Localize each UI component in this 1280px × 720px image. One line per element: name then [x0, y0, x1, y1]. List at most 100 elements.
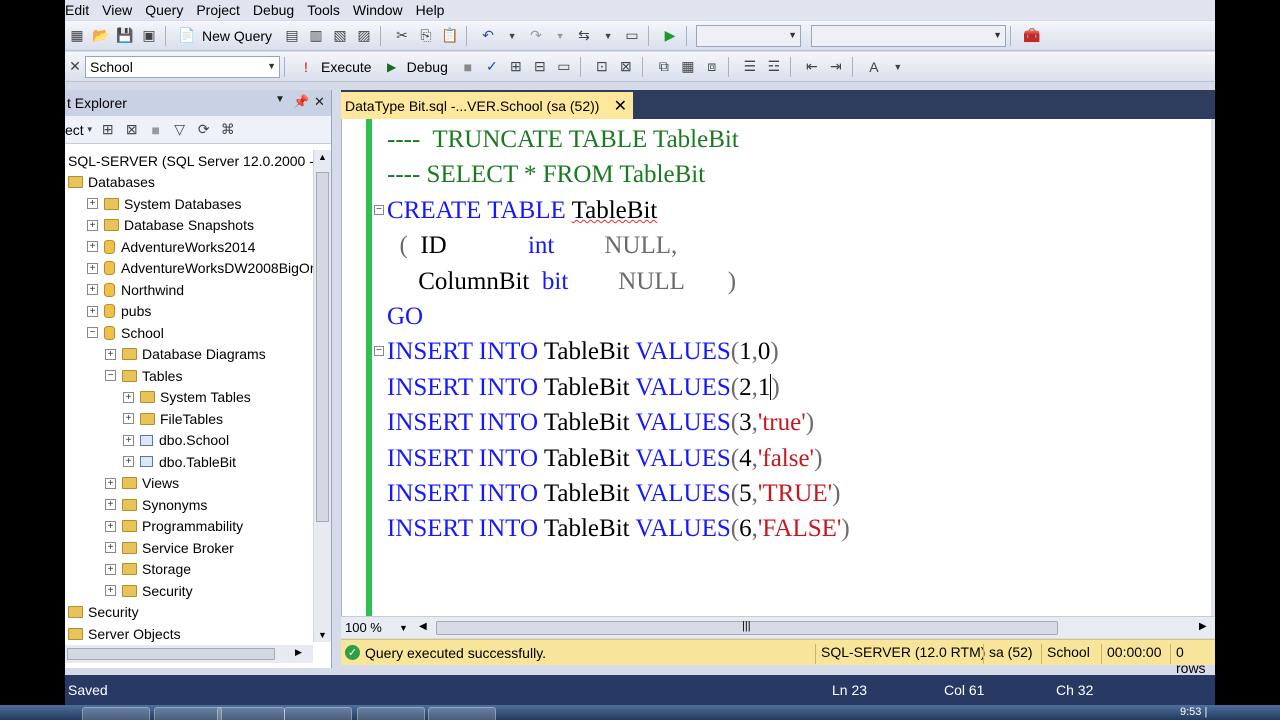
- comment-icon[interactable]: ☰: [739, 56, 761, 78]
- client-stats-icon[interactable]: ⊠: [615, 56, 637, 78]
- scroll-right-icon[interactable]: ▶: [295, 647, 302, 658]
- intellisense-icon[interactable]: ▭: [553, 56, 575, 78]
- filter-icon[interactable]: ▽: [169, 119, 191, 141]
- toolbar-overflow-icon[interactable]: ▼: [887, 56, 909, 78]
- sql-code-editor[interactable]: ---- TRUNCATE TABLE TableBit ---- SELECT…: [341, 119, 1215, 616]
- expand-icon[interactable]: +: [105, 477, 116, 489]
- screenshot-icon[interactable]: ▭: [621, 25, 643, 47]
- connect-dropdown-icon[interactable]: ▼: [85, 119, 95, 141]
- activity-monitor-icon[interactable]: ⌘: [217, 119, 239, 141]
- tree-node[interactable]: + Service Broker: [65, 537, 313, 559]
- start-icon[interactable]: ▶: [659, 25, 681, 47]
- object-explorer-vertical-scrollbar[interactable]: ▲ ▼: [313, 150, 331, 642]
- scrollbar-thumb[interactable]: [316, 172, 329, 522]
- tree-node[interactable]: + Northwind: [65, 279, 313, 301]
- redo-dropdown-icon[interactable]: ▼: [549, 25, 571, 47]
- expand-icon[interactable]: +: [87, 305, 98, 317]
- tree-node[interactable]: Server Objects: [65, 623, 313, 645]
- available-databases-combo[interactable]: School ▼: [85, 55, 280, 78]
- menu-window[interactable]: Window: [353, 2, 412, 18]
- expand-icon[interactable]: +: [123, 434, 134, 446]
- query-type-icon[interactable]: ▤: [281, 25, 303, 47]
- menu-tools[interactable]: Tools: [307, 2, 349, 18]
- tree-node[interactable]: + System Databases: [65, 193, 313, 215]
- taskbar-firefox-button[interactable]: [284, 707, 352, 720]
- specify-values-icon[interactable]: A: [863, 56, 885, 78]
- results-file-icon[interactable]: ⧈: [701, 56, 723, 78]
- results-grid-icon[interactable]: ▦: [677, 56, 699, 78]
- expand-icon[interactable]: +: [87, 219, 98, 231]
- tree-node[interactable]: + Database Snapshots: [65, 215, 313, 237]
- grid-icon[interactable]: ▦: [66, 25, 88, 47]
- tree-node[interactable]: − Tables: [65, 365, 313, 387]
- solution-config-combo[interactable]: ▼: [696, 24, 802, 47]
- scroll-right-icon[interactable]: ▶: [1199, 621, 1207, 632]
- uncomment-icon[interactable]: ☲: [763, 56, 785, 78]
- tree-node[interactable]: + dbo.TableBit: [65, 451, 313, 473]
- collapse-icon[interactable]: −: [374, 346, 384, 357]
- increase-indent-icon[interactable]: ⇥: [825, 56, 847, 78]
- tree-node[interactable]: + FileTables: [65, 408, 313, 430]
- refresh-icon[interactable]: ⟳: [193, 119, 215, 141]
- menu-debug[interactable]: Debug: [253, 2, 303, 18]
- tree-node[interactable]: Security: [65, 602, 313, 624]
- parse-icon[interactable]: ✓: [481, 56, 503, 78]
- decrease-indent-icon[interactable]: ⇤: [801, 56, 823, 78]
- debug-icon[interactable]: ▶: [381, 56, 403, 78]
- open-file-icon[interactable]: 📂: [90, 25, 112, 47]
- tree-node[interactable]: + Programmability: [65, 516, 313, 538]
- tree-node[interactable]: + pubs: [65, 301, 313, 323]
- solution-platform-combo[interactable]: ▼: [811, 24, 1007, 47]
- stop-icon[interactable]: ■: [145, 119, 167, 141]
- expand-icon[interactable]: +: [123, 456, 134, 468]
- scroll-up-icon[interactable]: ▲: [318, 152, 327, 162]
- expand-icon[interactable]: +: [105, 563, 116, 575]
- menu-view[interactable]: View: [102, 2, 141, 18]
- editor-horizontal-scrollbar[interactable]: |||: [436, 620, 1058, 635]
- undo-dropdown-icon[interactable]: ▼: [501, 25, 523, 47]
- save-all-icon[interactable]: ▣: [138, 25, 160, 47]
- paste-icon[interactable]: 📋: [439, 25, 461, 47]
- tree-node[interactable]: + Database Diagrams: [65, 344, 313, 366]
- navigate-dropdown-icon[interactable]: ▼: [597, 25, 619, 47]
- expand-icon[interactable]: +: [87, 198, 98, 210]
- sql-code[interactable]: ---- TRUNCATE TABLE TableBit ---- SELECT…: [374, 122, 850, 547]
- tree-node[interactable]: − School: [65, 322, 313, 344]
- scrollbar-thumb[interactable]: [67, 648, 275, 660]
- tree-node[interactable]: + System Tables: [65, 387, 313, 409]
- query-mdx-icon[interactable]: ▥: [305, 25, 327, 47]
- undo-icon[interactable]: ↶: [477, 25, 499, 47]
- disconnect-icon[interactable]: ⊠: [121, 119, 143, 141]
- scroll-left-icon[interactable]: ◀: [419, 621, 427, 632]
- connect-button[interactable]: ect: [65, 122, 84, 138]
- cancel-query-icon[interactable]: ■: [457, 56, 479, 78]
- taskbar-explorer-button[interactable]: [154, 707, 222, 720]
- display-plan-icon[interactable]: ⊞: [505, 56, 527, 78]
- taskbar-ssms-button[interactable]: [357, 707, 425, 720]
- new-query-button[interactable]: New Query: [202, 28, 272, 44]
- close-tab-icon[interactable]: ✕: [614, 96, 627, 116]
- tree-node[interactable]: Databases: [65, 172, 313, 194]
- expand-icon[interactable]: +: [105, 520, 116, 532]
- menu-query[interactable]: Query: [145, 2, 192, 18]
- expand-icon[interactable]: +: [105, 499, 116, 511]
- query-xmla-icon[interactable]: ▨: [353, 25, 375, 47]
- editor-vertical-scrollbar[interactable]: [1211, 119, 1215, 616]
- close-icon[interactable]: ✕: [314, 94, 325, 110]
- navigate-icon[interactable]: ⇆: [573, 25, 595, 47]
- menu-project[interactable]: Project: [196, 2, 249, 18]
- change-connection-icon[interactable]: ✕: [66, 56, 84, 78]
- tree-node[interactable]: + Security: [65, 580, 313, 602]
- toolbox-icon[interactable]: 🧰: [1021, 25, 1043, 47]
- redo-icon[interactable]: ↷: [525, 25, 547, 47]
- pin-icon[interactable]: 📌: [293, 94, 309, 110]
- tree-node[interactable]: + Synonyms: [65, 494, 313, 516]
- execute-button[interactable]: Execute: [321, 59, 372, 75]
- expand-icon[interactable]: +: [105, 585, 116, 597]
- expand-icon[interactable]: +: [123, 391, 134, 403]
- zoom-combo[interactable]: 100 % ▼: [341, 618, 411, 638]
- tree-node[interactable]: SQL-SERVER (SQL Server 12.0.2000 - s: [65, 150, 313, 172]
- expand-icon[interactable]: +: [123, 413, 134, 425]
- new-query-icon[interactable]: 📄: [176, 25, 198, 47]
- expand-icon[interactable]: +: [87, 262, 98, 274]
